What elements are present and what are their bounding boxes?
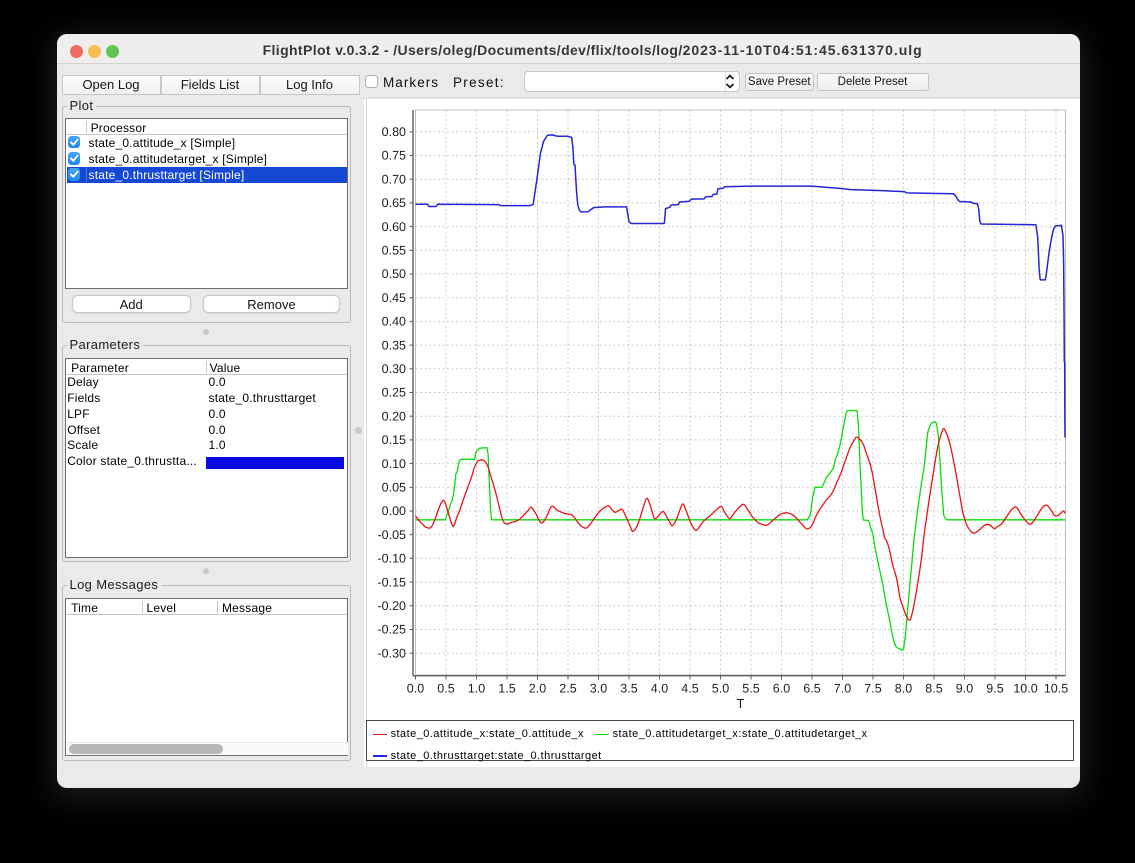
svg-text:0.60: 0.60 bbox=[382, 220, 406, 234]
svg-text:4.0: 4.0 bbox=[651, 682, 668, 696]
svg-text:0.0: 0.0 bbox=[407, 682, 424, 696]
svg-text:0.00: 0.00 bbox=[382, 504, 406, 518]
svg-text:1.5: 1.5 bbox=[498, 682, 515, 696]
svg-text:2.5: 2.5 bbox=[559, 682, 576, 696]
svg-text:8.5: 8.5 bbox=[925, 682, 942, 696]
svg-text:3.5: 3.5 bbox=[620, 682, 637, 696]
svg-text:0.05: 0.05 bbox=[382, 481, 406, 495]
svg-text:0.25: 0.25 bbox=[382, 386, 406, 400]
svg-text:10.5: 10.5 bbox=[1044, 682, 1068, 696]
svg-text:4.5: 4.5 bbox=[681, 682, 698, 696]
svg-text:0.50: 0.50 bbox=[382, 267, 406, 281]
svg-text:7.5: 7.5 bbox=[864, 682, 881, 696]
svg-text:9.0: 9.0 bbox=[956, 682, 973, 696]
svg-text:6.0: 6.0 bbox=[773, 682, 790, 696]
svg-text:0.80: 0.80 bbox=[382, 125, 406, 139]
svg-text:8.0: 8.0 bbox=[895, 682, 912, 696]
svg-text:0.5: 0.5 bbox=[437, 682, 454, 696]
svg-text:9.5: 9.5 bbox=[986, 682, 1003, 696]
svg-text:7.0: 7.0 bbox=[834, 682, 851, 696]
svg-text:2.0: 2.0 bbox=[529, 682, 546, 696]
svg-text:0.15: 0.15 bbox=[382, 433, 406, 447]
svg-text:10.0: 10.0 bbox=[1013, 682, 1037, 696]
svg-text:0.40: 0.40 bbox=[382, 315, 406, 329]
svg-text:1.0: 1.0 bbox=[468, 682, 485, 696]
svg-text:T: T bbox=[737, 696, 745, 711]
svg-text:5.5: 5.5 bbox=[742, 682, 759, 696]
svg-text:-0.30: -0.30 bbox=[378, 646, 407, 660]
svg-text:0.35: 0.35 bbox=[382, 338, 406, 352]
svg-text:-0.05: -0.05 bbox=[378, 528, 407, 542]
svg-text:0.65: 0.65 bbox=[382, 196, 406, 210]
svg-text:0.10: 0.10 bbox=[382, 457, 406, 471]
svg-text:0.75: 0.75 bbox=[382, 149, 406, 163]
svg-text:6.5: 6.5 bbox=[803, 682, 820, 696]
svg-text:-0.15: -0.15 bbox=[378, 575, 407, 589]
svg-text:0.45: 0.45 bbox=[382, 291, 406, 305]
svg-text:-0.25: -0.25 bbox=[378, 623, 407, 637]
svg-text:-0.10: -0.10 bbox=[378, 552, 407, 566]
svg-text:0.55: 0.55 bbox=[382, 244, 406, 258]
svg-text:0.30: 0.30 bbox=[382, 362, 406, 376]
svg-text:3.0: 3.0 bbox=[590, 682, 607, 696]
svg-text:0.70: 0.70 bbox=[382, 172, 406, 186]
svg-text:5.0: 5.0 bbox=[712, 682, 729, 696]
svg-text:-0.20: -0.20 bbox=[378, 599, 407, 613]
svg-text:0.20: 0.20 bbox=[382, 409, 406, 423]
